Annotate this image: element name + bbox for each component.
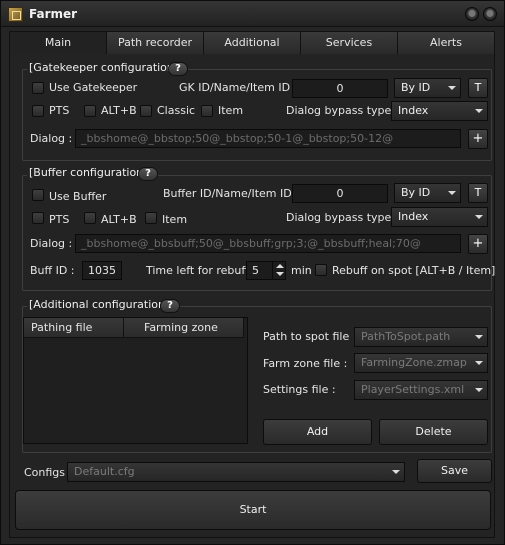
path-to-spot-value: PathToSpot.path (361, 330, 451, 343)
rebuff-on-spot-label: Rebuff on spot [ALT+B / Item] (332, 264, 496, 277)
path-to-spot-label: Path to spot file : (263, 330, 357, 343)
min-label: min (291, 264, 312, 277)
buff-id-label: Buff ID : (30, 264, 75, 277)
use-buffer-checkbox[interactable] (32, 189, 44, 201)
tab-alerts[interactable]: Alerts (398, 31, 495, 55)
gk-item-checkbox[interactable] (201, 105, 213, 117)
use-gatekeeper-checkbox[interactable] (32, 82, 44, 94)
gk-id-label: GK ID/Name/Item ID : (179, 81, 298, 94)
buffer-bypass-select-value: Index (398, 210, 429, 223)
buffer-altb-label: ALT+B (101, 213, 137, 226)
gk-by-select-value: By ID (401, 81, 431, 94)
start-button[interactable]: Start (15, 490, 491, 530)
gk-bypass-select-value: Index (398, 104, 429, 117)
settings-file-value: PlayerSettings.xml (361, 383, 465, 396)
title-bar[interactable]: Farmer (1, 1, 504, 27)
column-pathing-file[interactable]: Pathing file (24, 318, 124, 338)
chevron-down-icon (448, 191, 456, 195)
chevron-down-icon (475, 361, 483, 365)
time-left-value: 5 (252, 264, 259, 277)
gk-dialog-input[interactable]: _bbshome@_bbstop;50@_bbstop;50-1@_bbstop… (75, 129, 461, 148)
gk-bypass-select[interactable]: Index (391, 101, 488, 121)
farmer-window: Farmer Main Path recorder Additional Ser… (0, 0, 505, 545)
buffer-by-select-value: By ID (401, 186, 431, 199)
buffer-t-button[interactable]: T (468, 183, 488, 203)
gk-dialog-add-button[interactable]: + (468, 129, 488, 149)
rebuff-on-spot-checkbox[interactable] (315, 264, 327, 276)
tab-services[interactable]: Services (301, 31, 398, 55)
chevron-down-icon (475, 109, 483, 113)
settings-file-select[interactable]: PlayerSettings.xml (354, 380, 488, 400)
gk-dialog-label: Dialog : (30, 132, 73, 145)
buffer-help-button[interactable]: ? (138, 167, 158, 181)
path-to-spot-select[interactable]: PathToSpot.path (354, 327, 488, 347)
tab-bar: Main Path recorder Additional Services A… (9, 31, 495, 55)
chevron-down-icon (448, 86, 456, 90)
buff-id-input[interactable]: 1035 (82, 261, 122, 280)
spin-up-icon[interactable] (276, 264, 284, 268)
buffer-bypass-select[interactable]: Index (391, 207, 488, 227)
paths-table[interactable]: Pathing file Farming zone (23, 317, 248, 444)
save-button[interactable]: Save (417, 459, 492, 483)
gk-pts-label: PTS (49, 104, 70, 117)
buffer-item-checkbox[interactable] (145, 212, 157, 224)
gk-item-label: Item (218, 104, 244, 117)
buffer-group-title: [Buffer configurations] (27, 166, 156, 179)
time-left-spinner[interactable] (272, 261, 286, 280)
gk-pts-checkbox[interactable] (32, 105, 44, 117)
gk-classic-checkbox[interactable] (140, 105, 152, 117)
additional-group-title: [Additional configurations] (27, 298, 177, 311)
buffer-dialog-add-button[interactable]: + (468, 234, 488, 254)
gatekeeper-group-title: [Gatekeeper configurations] (27, 61, 186, 74)
tab-path-recorder[interactable]: Path recorder (107, 31, 204, 55)
add-button[interactable]: Add (263, 419, 372, 445)
buffer-id-input[interactable]: 0 (292, 184, 388, 203)
chevron-down-icon (475, 388, 483, 392)
delete-button[interactable]: Delete (379, 419, 488, 445)
gk-by-select[interactable]: By ID (394, 78, 461, 98)
configs-label: Configs : (24, 466, 73, 479)
gatekeeper-help-button[interactable]: ? (168, 62, 188, 76)
window-title: Farmer (29, 7, 78, 21)
farm-zone-label: Farm zone file : (263, 357, 348, 370)
gk-altb-checkbox[interactable] (84, 105, 96, 117)
minimize-button[interactable] (465, 7, 479, 21)
chevron-down-icon (475, 335, 483, 339)
gk-classic-label: Classic (157, 104, 196, 117)
buffer-dialog-input[interactable]: _bbshome@_bbsbuff;50@_bbsbuff;grp;3;@_bb… (75, 234, 461, 253)
buffer-id-label: Buffer ID/Name/Item ID : (163, 187, 299, 200)
use-gatekeeper-label: Use Gatekeeper (49, 81, 138, 94)
chevron-down-icon (475, 215, 483, 219)
gk-altb-label: ALT+B (101, 104, 137, 117)
spin-down-icon[interactable] (276, 272, 284, 276)
buffer-altb-checkbox[interactable] (84, 212, 96, 224)
buffer-pts-label: PTS (49, 213, 70, 226)
buffer-pts-checkbox[interactable] (32, 212, 44, 224)
tab-additional[interactable]: Additional (204, 31, 301, 55)
additional-help-button[interactable]: ? (160, 299, 180, 313)
tab-main[interactable]: Main (9, 31, 107, 55)
column-farming-zone[interactable]: Farming zone (124, 318, 244, 338)
configs-value: Default.cfg (74, 465, 135, 478)
app-icon (8, 7, 23, 22)
close-button[interactable] (483, 7, 497, 21)
gk-t-button[interactable]: T (468, 78, 488, 98)
buffer-bypass-label: Dialog bypass type : (286, 211, 399, 224)
buffer-dialog-label: Dialog : (30, 237, 73, 250)
gk-id-input[interactable]: 0 (292, 79, 388, 98)
farm-zone-value: FarmingZone.zmap (361, 356, 467, 369)
buffer-item-label: Item (162, 213, 188, 226)
chevron-down-icon (392, 470, 400, 474)
settings-file-label: Settings file : (263, 383, 336, 396)
use-buffer-label: Use Buffer (49, 190, 107, 203)
farm-zone-select[interactable]: FarmingZone.zmap (354, 353, 488, 373)
buffer-by-select[interactable]: By ID (394, 183, 461, 203)
configs-select[interactable]: Default.cfg (67, 462, 405, 482)
gk-bypass-label: Dialog bypass type : (286, 104, 399, 117)
time-left-label: Time left for rebuff (146, 264, 249, 277)
main-panel: [Gatekeeper configurations] ? Use Gateke… (9, 54, 495, 538)
